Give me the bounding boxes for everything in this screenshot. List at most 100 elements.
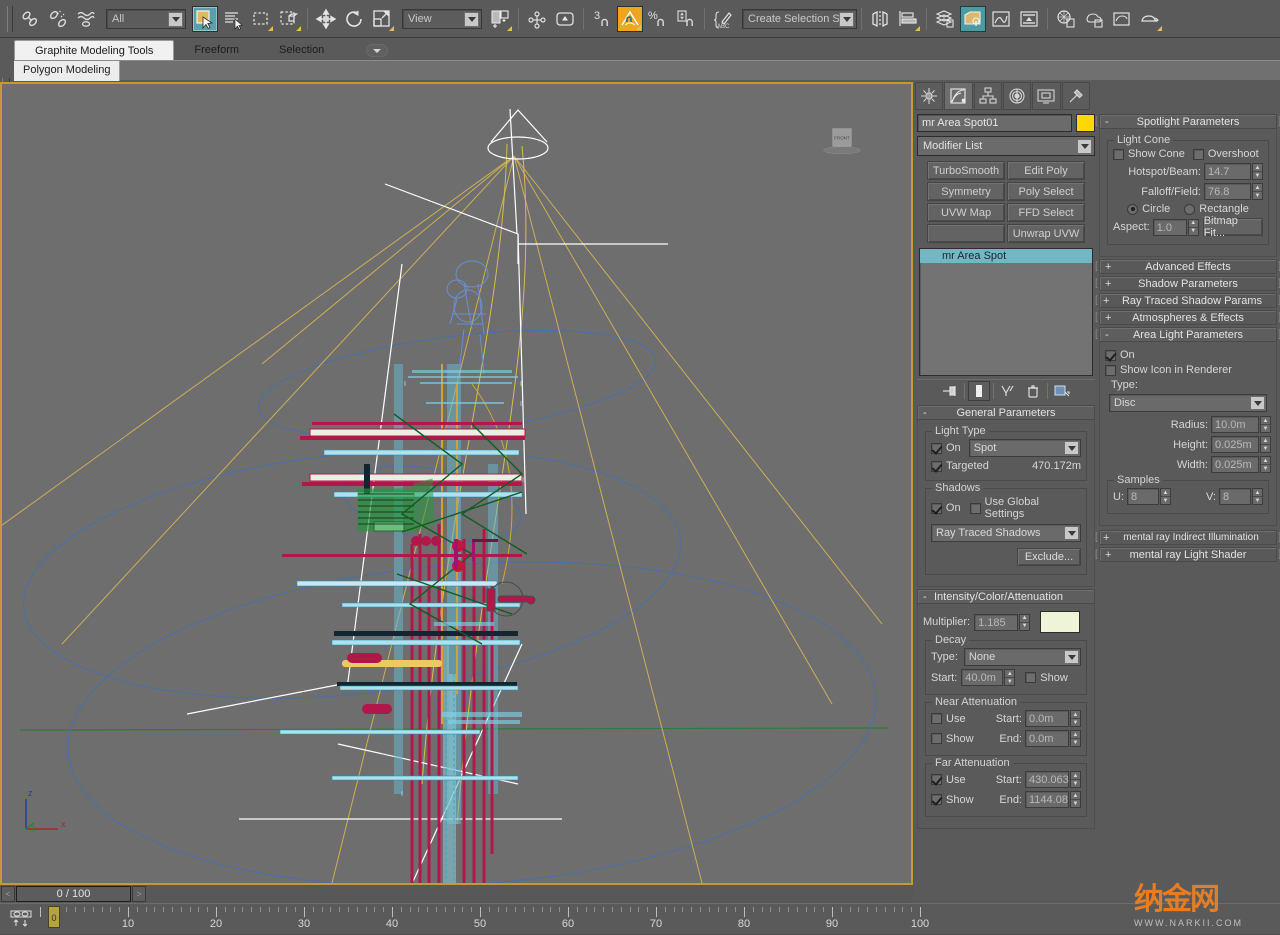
samples-u-field[interactable]: 8 (1127, 488, 1159, 505)
select-link-icon[interactable] (17, 6, 43, 32)
modifier-button-symmetry[interactable]: Symmetry (927, 182, 1005, 201)
far-start-spinner[interactable]: ▲▼ (1070, 771, 1081, 788)
select-and-move-icon[interactable] (313, 6, 339, 32)
viewcube[interactable]: FRONT (819, 117, 865, 163)
hotspot-field[interactable]: 14.7 (1204, 163, 1251, 180)
modifier-stack-list[interactable]: mr Area Spot (919, 248, 1093, 376)
select-object-icon[interactable] (192, 6, 218, 32)
chevron-down-icon[interactable] (1064, 441, 1079, 455)
multiplier-field[interactable]: 1.185 (974, 614, 1018, 631)
render-setup-icon[interactable] (1081, 6, 1107, 32)
modifier-button-poly-select[interactable]: Poly Select (1007, 182, 1085, 201)
modifier-button-unwrap-uvw[interactable]: Unwrap UVW (1007, 224, 1085, 243)
chevron-down-icon[interactable] (1064, 526, 1079, 540)
remove-modifier-icon[interactable] (1022, 381, 1044, 401)
far-end-spinner[interactable]: ▲▼ (1070, 791, 1081, 808)
width-field[interactable]: 0.025m (1211, 456, 1259, 473)
viewport-scene[interactable]: I I I I I (2, 84, 911, 883)
rendered-frame-window-icon[interactable] (1109, 6, 1135, 32)
viewport-front[interactable]: I I I I I FRONT z x y (0, 82, 913, 885)
ribbon-tab-freeform[interactable]: Freeform (174, 40, 259, 60)
select-and-manipulate-icon[interactable] (524, 6, 550, 32)
select-and-scale-icon[interactable] (369, 6, 395, 32)
decay-start-field[interactable]: 40.0m (961, 669, 1003, 686)
prev-frame-button[interactable]: < (1, 886, 15, 902)
utilities-tab-icon[interactable] (1062, 82, 1090, 110)
selection-filter-combo[interactable]: All (106, 9, 186, 29)
window-crossing-icon[interactable] (276, 6, 302, 32)
radius-spinner[interactable]: ▲▼ (1260, 416, 1271, 433)
select-by-name-icon[interactable] (220, 6, 246, 32)
display-tab-icon[interactable] (1032, 82, 1060, 110)
modifier-button-edit-poly[interactable]: Edit Poly (1007, 161, 1085, 180)
modifier-button-ffd-select[interactable]: FFD Select (1007, 203, 1085, 222)
rollout-toggle-icon[interactable]: - (923, 407, 927, 419)
light-on-checkbox[interactable] (931, 443, 942, 454)
near-start-field[interactable]: 0.0m (1025, 710, 1069, 727)
rollout-toggle-icon[interactable]: - (1105, 116, 1109, 128)
ribbon-tab-graphite-modeling-tools[interactable]: Graphite Modeling Tools (14, 40, 174, 60)
percent-snap-toggle-icon[interactable]: % (645, 6, 671, 32)
near-start-spinner[interactable]: ▲▼ (1070, 710, 1081, 727)
named-selection-sets-combo[interactable]: Create Selection Se (742, 9, 857, 29)
ribbon-tab-selection[interactable]: Selection (259, 40, 344, 60)
graphite-modeling-toggle-icon[interactable] (960, 6, 986, 32)
area-type-dropdown[interactable]: Disc (1109, 394, 1267, 412)
light-color-swatch[interactable] (1040, 611, 1080, 633)
select-and-rotate-icon[interactable] (341, 6, 367, 32)
decay-show-checkbox[interactable] (1025, 672, 1036, 683)
modifier-stack-item-mr-area-spot[interactable]: mr Area Spot (920, 249, 1092, 263)
rollout-toggle-icon[interactable]: + (1105, 278, 1111, 290)
spinner-snap-toggle-icon[interactable] (673, 6, 699, 32)
time-slider-handle[interactable]: 0 (48, 906, 60, 928)
chevron-down-icon[interactable] (168, 12, 183, 27)
shadow-type-dropdown[interactable]: Ray Traced Shadows (931, 524, 1081, 542)
rollout-header-area-light-parameters[interactable]: [ - Area Light Parameters ] (1099, 327, 1277, 342)
bitmap-fit-button[interactable]: Bitmap Fit... (1203, 218, 1263, 236)
overshoot-checkbox[interactable] (1193, 149, 1204, 160)
decay-type-dropdown[interactable]: None (964, 648, 1081, 666)
width-spinner[interactable]: ▲▼ (1260, 456, 1271, 473)
edit-named-selection-sets-icon[interactable]: ABC (710, 6, 736, 32)
rollout-toggle-icon[interactable]: + (1103, 295, 1109, 307)
chevron-down-icon[interactable] (1064, 650, 1079, 664)
material-editor-icon[interactable] (1053, 6, 1079, 32)
rectangle-radio[interactable] (1184, 204, 1195, 215)
shadows-on-checkbox[interactable] (931, 503, 942, 514)
modify-tab-icon[interactable] (944, 82, 972, 110)
key-mode-toggle-icon[interactable] (10, 910, 32, 928)
reference-coordinate-combo[interactable]: View (402, 9, 482, 29)
create-tab-icon[interactable] (915, 82, 943, 110)
layer-manager-icon[interactable] (932, 6, 958, 32)
rollout-header-atmospheres-and-effects[interactable]: [ + Atmospheres & Effects ] (1099, 310, 1277, 325)
height-field[interactable]: 0.025m (1211, 436, 1259, 453)
chevron-down-icon[interactable] (1250, 396, 1265, 410)
near-end-spinner[interactable]: ▲▼ (1070, 730, 1081, 747)
rollout-header-spotlight-parameters[interactable]: [ - Spotlight Parameters ] (1099, 114, 1277, 129)
rollout-toggle-icon[interactable]: + (1105, 549, 1111, 561)
unlink-icon[interactable] (45, 6, 71, 32)
align-icon[interactable] (895, 6, 921, 32)
modifier-list-dropdown[interactable]: Modifier List (917, 136, 1095, 156)
object-name-field[interactable]: mr Area Spot01 (917, 114, 1072, 132)
multiplier-spinner[interactable]: ▲▼ (1019, 614, 1030, 631)
rollout-header-shadow-parameters[interactable]: [ + Shadow Parameters ] (1099, 276, 1277, 291)
near-end-field[interactable]: 0.0m (1025, 730, 1069, 747)
rollout-toggle-icon[interactable]: - (923, 591, 927, 603)
make-unique-icon[interactable] (997, 381, 1019, 401)
next-frame-button[interactable]: > (132, 886, 146, 902)
chevron-down-icon[interactable] (839, 12, 854, 27)
far-start-field[interactable]: 430.063 (1025, 771, 1069, 788)
far-use-checkbox[interactable] (931, 774, 942, 785)
angle-snap-toggle-icon[interactable] (617, 6, 643, 32)
bind-to-space-warp-icon[interactable] (73, 6, 99, 32)
use-pivot-point-center-icon[interactable] (487, 6, 513, 32)
samples-u-spinner[interactable]: ▲▼ (1160, 488, 1171, 505)
chevron-down-icon[interactable] (464, 12, 479, 27)
radius-field[interactable]: 10.0m (1211, 416, 1259, 433)
near-show-checkbox[interactable] (931, 733, 942, 744)
mirror-icon[interactable] (867, 6, 893, 32)
exclude-button[interactable]: Exclude... (1017, 548, 1081, 566)
far-show-checkbox[interactable] (931, 794, 942, 805)
aspect-field[interactable]: 1.0 (1153, 219, 1187, 236)
